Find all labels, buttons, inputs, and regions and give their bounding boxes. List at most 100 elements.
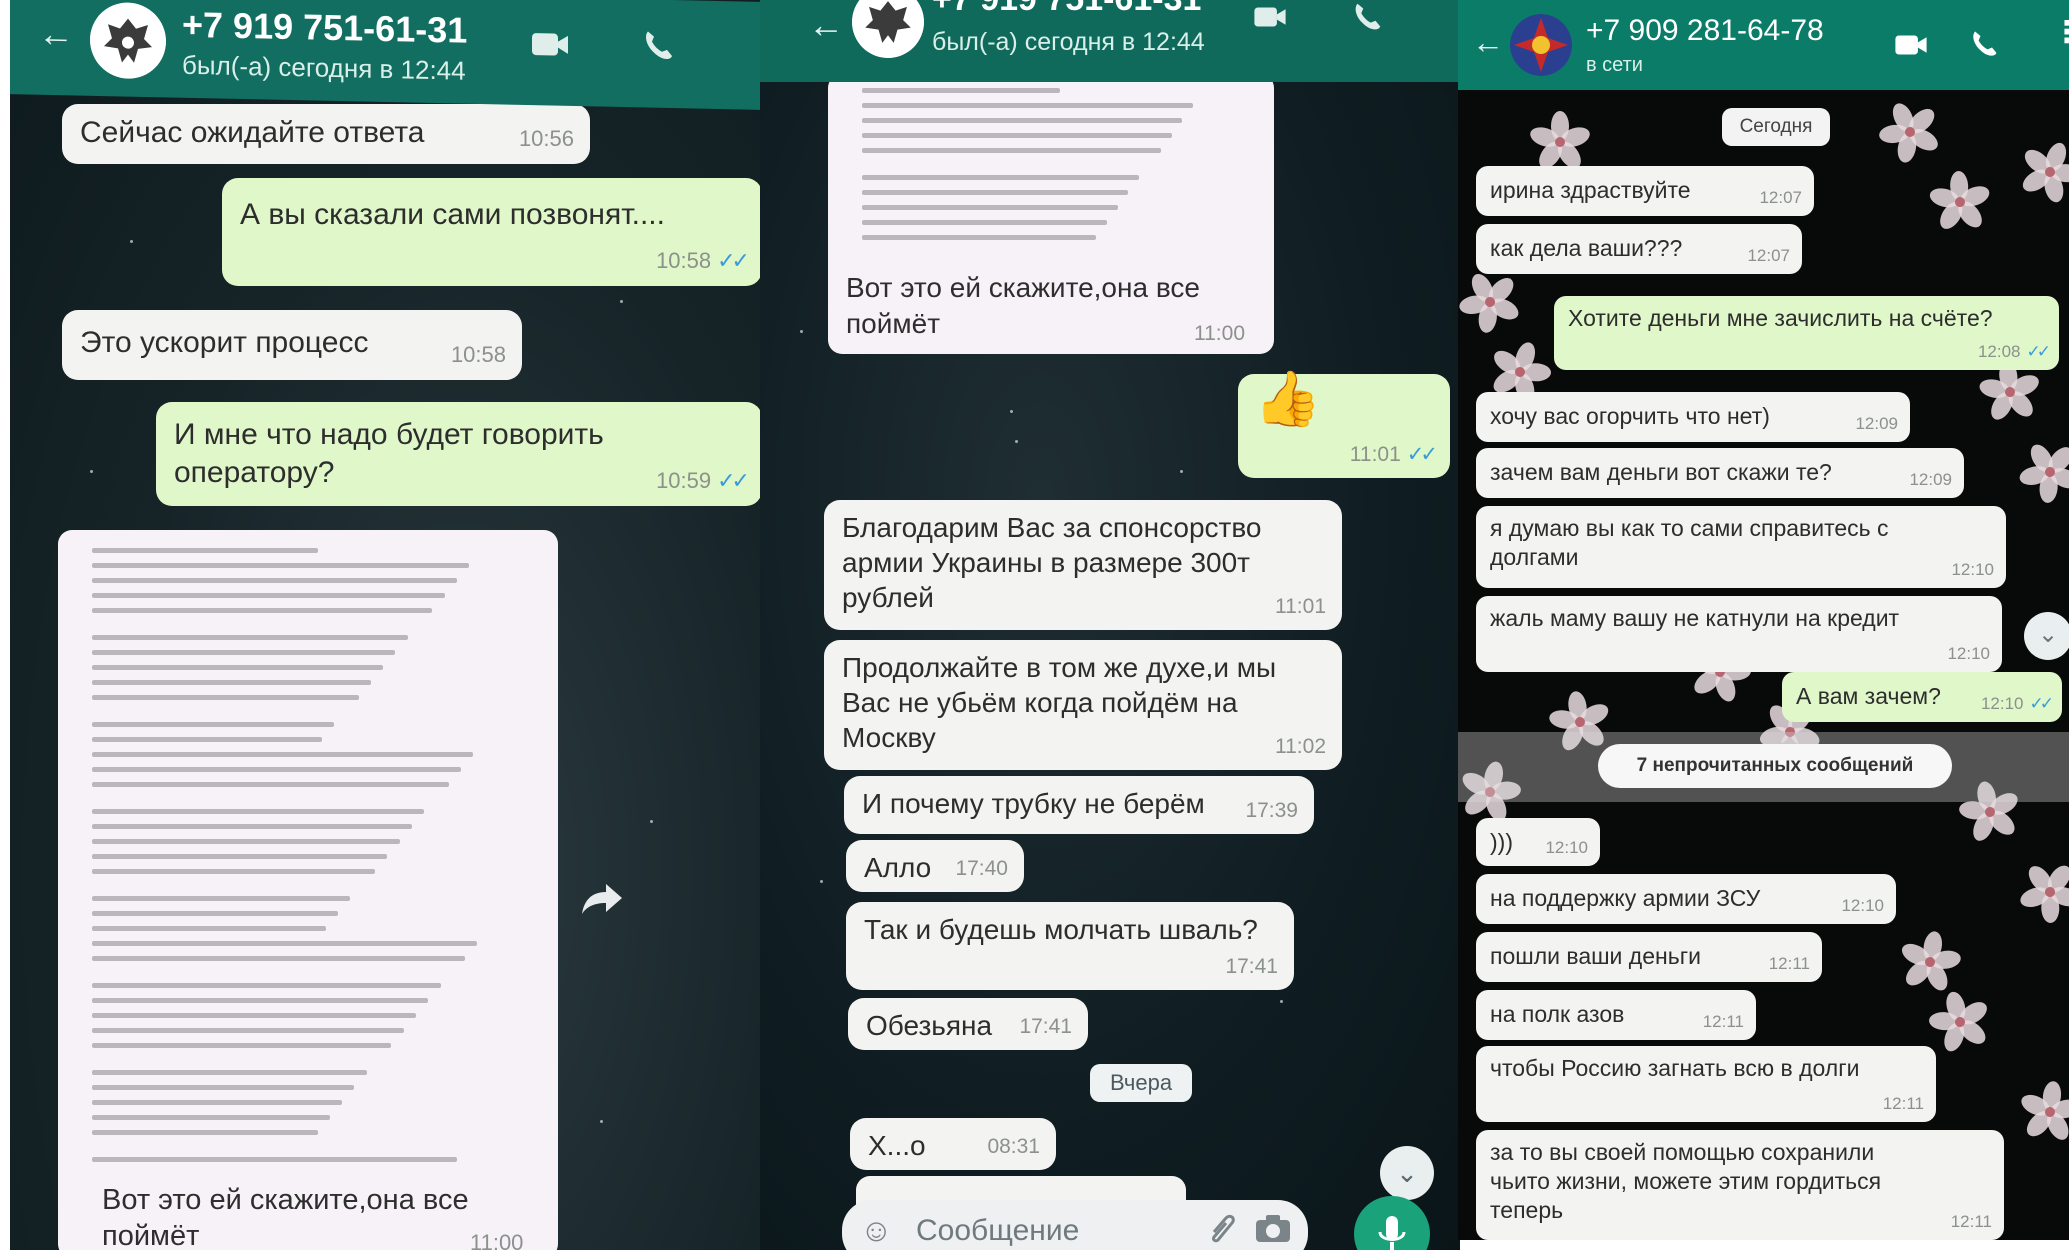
forwarded-document-message[interactable]: Вот это ей скажите,она все поймёт 11:00 — [828, 74, 1274, 354]
coat-of-arms-avatar[interactable] — [852, 0, 924, 58]
read-ticks-icon: ✓✓ — [1406, 443, 1438, 466]
screenshot-2: ← +7 919 751-61-31 был(-а) сегодня в 12:… — [760, 0, 1460, 1250]
document-text-line — [862, 235, 1096, 240]
forwarded-document-message[interactable]: Вот это ей скажите,она все поймёт 11:00 — [58, 530, 558, 1250]
message-bubble-outgoing[interactable]: Хотите деньги мне зачислить на счёте? 12… — [1554, 296, 2059, 370]
message-text: на поддержку армии ЗСУ — [1490, 885, 1761, 911]
message-bubble-incoming[interactable]: пошли ваши деньги 12:11 — [1476, 932, 1822, 982]
contact-phone-number[interactable]: +7 909 281-64-78 — [1586, 14, 1824, 48]
message-time: 12:10 — [1947, 644, 1990, 663]
message-bubble-incoming[interactable]: хочу вас огорчить что нет) 12:09 — [1476, 392, 1910, 442]
document-text-line — [862, 118, 1183, 123]
scroll-down-icon[interactable]: ⌄ — [1380, 1146, 1434, 1200]
message-text: зачем вам деньги вот скажи те? — [1490, 459, 1832, 485]
message-bubble-incoming[interactable]: ))) 12:10 — [1476, 818, 1600, 866]
message-time: 12:10 — [1980, 694, 2024, 713]
document-text-line — [92, 1115, 330, 1120]
document-text-line — [862, 133, 1172, 138]
document-text-line — [92, 1028, 404, 1033]
attach-icon[interactable] — [1206, 1210, 1240, 1250]
last-seen-status: был(-а) сегодня в 12:44 — [182, 49, 466, 86]
message-bubble-incoming[interactable]: Это ускорит процесс 10:58 — [62, 310, 522, 380]
message-bubble-incoming[interactable]: Продолжайте в том же духе,и мы Вас не уб… — [824, 640, 1342, 770]
message-bubble-incoming[interactable]: Сейчас ожидайте ответа 10:56 — [62, 104, 590, 164]
document-text-line — [92, 563, 470, 568]
message-bubble-incoming[interactable]: И почему трубку не берём 17:39 — [844, 776, 1314, 834]
wallpaper-star — [650, 820, 653, 823]
message-time-with-status: 10:59 ✓✓ — [656, 462, 750, 500]
message-text: Продолжайте в том же духе,и мы Вас не уб… — [842, 652, 1277, 753]
message-text: Сейчас ожидайте ответа — [80, 116, 425, 149]
voice-call-icon[interactable] — [640, 27, 676, 69]
message-bubble-outgoing[interactable]: И мне что надо будет говорить оператору?… — [156, 402, 760, 506]
sticker-message[interactable]: 👍 11:01 ✓✓ — [1238, 369, 1450, 478]
blossom-icon — [1530, 111, 1590, 169]
document-text-line — [92, 926, 326, 931]
document-text-line — [92, 665, 384, 670]
coat-of-arms-avatar[interactable] — [90, 1, 166, 80]
message-time: 08:31 — [987, 1135, 1040, 1158]
unread-messages-label: 7 непрочитанных сообщений — [1598, 744, 1952, 788]
document-text-line — [862, 175, 1140, 180]
message-bubble-incoming[interactable]: ирина здраствуйте 12:07 — [1476, 166, 1814, 216]
message-time: 17:41 — [1019, 1015, 1072, 1038]
back-arrow-icon[interactable]: ← — [38, 13, 74, 56]
document-caption: Вот это ей скажите,она все поймёт — [846, 272, 1200, 339]
video-call-icon[interactable] — [1892, 32, 1930, 63]
message-text: Благодарим Вас за спонсорство армии Укра… — [842, 512, 1262, 613]
message-bubble-incoming[interactable]: Обезьяна 17:41 — [848, 998, 1088, 1050]
more-options-icon[interactable]: ⋮ — [2052, 18, 2069, 48]
voice-call-icon[interactable] — [1350, 0, 1384, 39]
screenshot-3: ← +7 909 281-64-78 в сети ⋮ Сегодня ирин… — [1458, 0, 2069, 1240]
document-text-line — [92, 1085, 355, 1090]
message-bubble-incoming[interactable]: Так и будешь молчать шваль? 17:41 — [846, 902, 1294, 990]
mic-button[interactable] — [1354, 1196, 1430, 1250]
message-bubble-outgoing[interactable]: А вам зачем? 12:10 ✓✓ — [1782, 672, 2062, 722]
back-arrow-icon[interactable]: ← — [808, 4, 844, 46]
back-arrow-icon[interactable]: ← — [1472, 24, 1504, 61]
camera-icon[interactable] — [1254, 1212, 1292, 1249]
emblem-avatar[interactable] — [1510, 14, 1572, 76]
message-bubble-outgoing[interactable]: А вы сказали сами позвонят.... 10:58 ✓✓ — [222, 178, 760, 286]
wallpaper-star — [1015, 440, 1018, 443]
video-call-icon[interactable] — [1250, 4, 1290, 35]
document-text-line — [92, 737, 322, 742]
message-bubble-incoming[interactable]: Алло 17:40 — [846, 840, 1024, 892]
message-bubble-incoming[interactable]: на поддержку армии ЗСУ 12:10 — [1476, 874, 1896, 924]
message-bubble-incoming[interactable]: как дела ваши??? 12:07 — [1476, 224, 1802, 274]
message-time: 12:10 — [1545, 838, 1588, 857]
document-text-line — [92, 956, 466, 961]
document-text-line — [92, 608, 433, 613]
message-text: чтобы Россию загнать всю в долги — [1490, 1055, 1860, 1081]
forward-icon[interactable] — [580, 880, 624, 921]
message-input-bar[interactable]: ☺ Сообщение — [842, 1200, 1308, 1250]
emoji-icon[interactable]: ☺ — [860, 1212, 893, 1249]
message-bubble-incoming[interactable]: на полк азов 12:11 — [1476, 990, 1756, 1040]
message-bubble-incoming[interactable]: Благодарим Вас за спонсорство армии Укра… — [824, 500, 1342, 630]
document-text-line — [92, 854, 388, 859]
voice-call-icon[interactable] — [1968, 28, 2000, 65]
document-text-line — [92, 941, 478, 946]
message-bubble-incoming[interactable]: зачем вам деньги вот скажи те? 12:09 — [1476, 448, 1964, 498]
message-time: 17:41 — [1225, 955, 1278, 978]
scroll-down-icon[interactable]: ⌄ — [2024, 612, 2069, 660]
message-bubble-incoming[interactable]: я думаю вы как то сами справитесь с долг… — [1476, 506, 2006, 588]
message-bubble-incoming[interactable]: Х...о 08:31 — [850, 1118, 1056, 1170]
message-input-placeholder[interactable]: Сообщение — [916, 1214, 1079, 1248]
message-time: 12:11 — [1702, 1012, 1744, 1031]
message-bubble-incoming[interactable]: чтобы Россию загнать всю в долги 12:11 — [1476, 1046, 1936, 1122]
message-bubble-incoming[interactable]: за то вы своей помощью сохранили чьито ж… — [1476, 1130, 2004, 1240]
contact-phone-number[interactable]: +7 919 751-61-31 — [932, 0, 1201, 19]
message-time: 17:39 — [1245, 799, 1298, 822]
contact-phone-number[interactable]: +7 919 751-61-31 — [182, 4, 467, 52]
wallpaper-star — [800, 330, 803, 333]
document-text-line — [92, 983, 441, 988]
message-time: 12:11 — [1950, 1212, 1992, 1231]
thumbs-up-sticker: 👍 — [1254, 369, 1322, 429]
document-text-line — [92, 593, 445, 598]
document-text-line — [862, 148, 1161, 153]
message-text: Это ускорит процесс — [80, 326, 369, 359]
message-bubble-incoming[interactable]: жаль маму вашу не катнули на кредит 12:1… — [1476, 596, 2002, 672]
document-text-line — [92, 998, 429, 1003]
video-call-icon[interactable] — [530, 29, 570, 65]
